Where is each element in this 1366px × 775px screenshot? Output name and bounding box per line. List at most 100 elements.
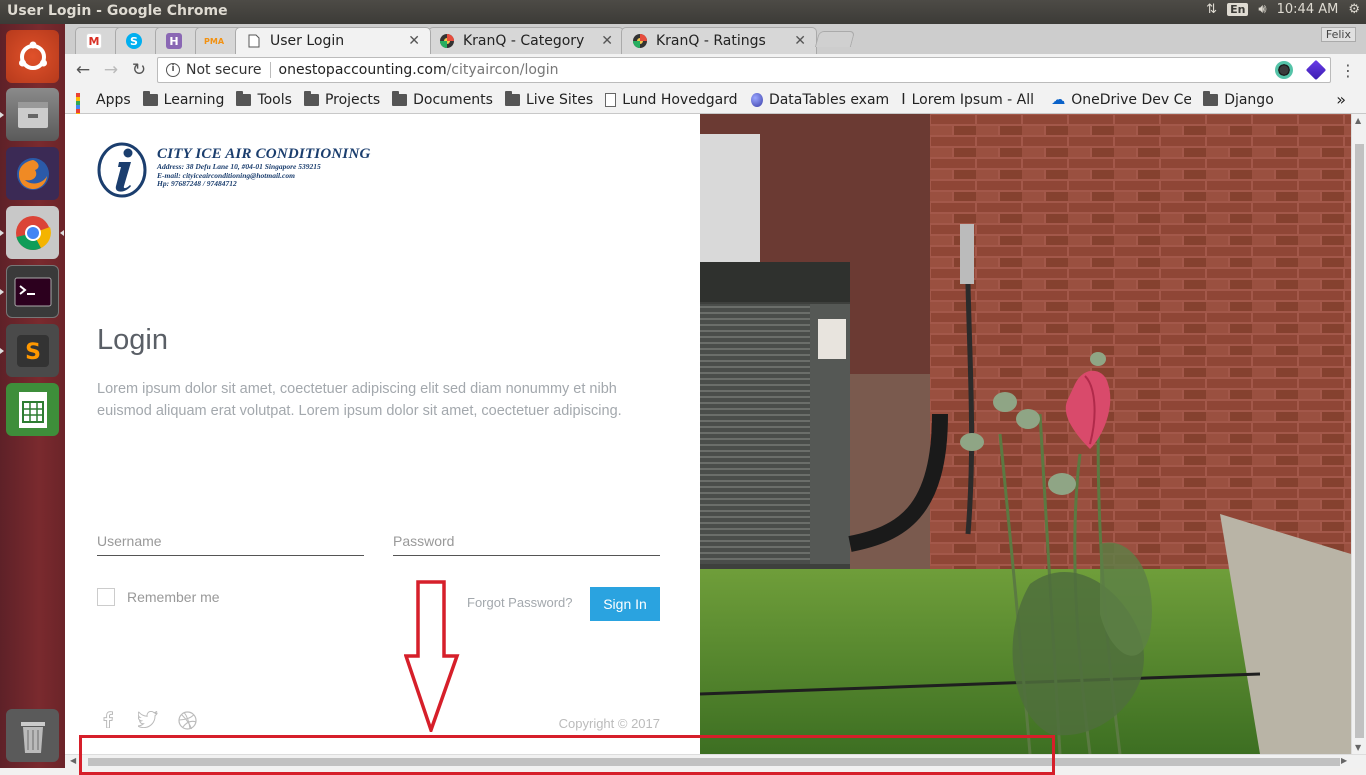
forward-arrow-icon[interactable]: → — [100, 59, 122, 81]
sublime-text-icon[interactable]: S — [6, 324, 59, 377]
bookmark-learning[interactable]: Learning — [142, 90, 224, 108]
skype-icon: S — [126, 33, 142, 49]
profile-button[interactable]: Felix — [1320, 27, 1356, 42]
folder-icon — [236, 90, 252, 106]
url-host[interactable]: onestopaccounting.com — [279, 62, 447, 78]
hero-photo — [700, 114, 1351, 754]
login-description: Lorem ipsum dolor sit amet, coectetuer a… — [97, 381, 622, 419]
svg-text:S: S — [25, 340, 41, 365]
ubuntu-logo-icon[interactable] — [6, 30, 59, 83]
folder-icon — [392, 90, 408, 106]
onedrive-icon: ☁ — [1051, 91, 1066, 108]
h-icon: H — [166, 33, 182, 49]
bookmarks-overflow-button[interactable]: » — [1336, 90, 1346, 109]
bookmark-live-sites[interactable]: Live Sites — [504, 90, 593, 108]
volume-icon[interactable]: 🔊︎ — [1258, 2, 1266, 17]
datatables-icon — [751, 92, 763, 107]
browser-toolbar: ← → ↻ i Not secure onestopaccounting.com… — [65, 54, 1366, 86]
twitter-icon[interactable] — [137, 710, 158, 732]
folder-icon — [1203, 90, 1219, 106]
folder-icon — [303, 90, 319, 106]
username-input[interactable] — [97, 526, 364, 555]
trash-icon[interactable] — [6, 709, 59, 762]
security-label[interactable]: Not secure — [186, 62, 262, 78]
hero-image — [700, 114, 1351, 754]
tab-close-icon[interactable]: ✕ — [601, 33, 613, 49]
folder-icon — [504, 90, 520, 106]
address-bar[interactable]: i Not secure onestopaccounting.com/citya… — [157, 57, 1331, 83]
annotation-highlight-box — [79, 735, 1055, 775]
spreadsheet-icon[interactable] — [6, 383, 59, 436]
scroll-left-arrow-icon[interactable]: ◀ — [70, 756, 76, 765]
username-field[interactable] — [97, 526, 364, 556]
terminal-icon[interactable] — [6, 265, 59, 318]
bookmark-lorem-ipsum[interactable]: Ⅰ Lorem Ipsum - All — [901, 90, 1039, 109]
tab-kranq-category[interactable]: KranQ - Category ✕ — [428, 27, 624, 54]
url-path[interactable]: /cityaircon/login — [447, 62, 559, 78]
remember-label: Remember me — [127, 589, 220, 605]
settings-gear-icon[interactable]: ⚙ — [1348, 2, 1360, 17]
logo-i-icon — [97, 142, 147, 198]
lorem-icon: Ⅰ — [901, 92, 906, 108]
bookmarks-bar: Apps Learning Tools Projects Documents L… — [65, 86, 1366, 129]
browser-window: M S H PMA User Login ✕ KranQ - Category — [65, 24, 1366, 129]
reload-icon[interactable]: ↻ — [128, 59, 150, 81]
tab-kranq-ratings[interactable]: KranQ - Ratings ✕ — [621, 27, 817, 54]
omnibox-separator — [269, 62, 271, 78]
folder-icon — [142, 90, 158, 106]
tab-strip: M S H PMA User Login ✕ KranQ - Category — [65, 24, 1366, 54]
gmail-icon: M — [86, 33, 102, 49]
info-icon[interactable]: i — [166, 63, 180, 77]
bookmark-lund-hovedgard[interactable]: Lund Hovedgard — [605, 92, 739, 108]
bookmark-datatables[interactable]: DataTables exam — [751, 92, 889, 108]
page-icon — [605, 92, 617, 107]
forgot-password-link[interactable]: Forgot Password? — [467, 595, 573, 610]
extension-camera-icon[interactable] — [1275, 61, 1293, 79]
annotation-arrow-icon — [404, 580, 460, 732]
files-icon[interactable] — [6, 88, 59, 141]
scroll-right-arrow-icon[interactable]: ▶ — [1341, 756, 1347, 765]
dribbble-icon[interactable] — [178, 711, 197, 734]
password-field[interactable] — [393, 526, 660, 556]
copyright-text: Copyright © 2017 — [558, 716, 660, 731]
new-tab-button[interactable] — [814, 31, 856, 47]
system-tray: ⇅ En 🔊︎ 10:44 AM ⚙ — [1206, 2, 1360, 17]
remember-checkbox[interactable] — [97, 588, 115, 606]
company-phone: Hp: 97687248 / 97484712 — [157, 179, 237, 188]
facebook-icon[interactable] — [103, 711, 113, 732]
tab-close-icon[interactable]: ✕ — [408, 33, 420, 49]
sign-in-button[interactable]: Sign In — [590, 587, 660, 621]
tab-close-icon[interactable]: ✕ — [794, 33, 806, 49]
company-name: CITY ICE AIR CONDITIONING — [157, 146, 371, 162]
password-input[interactable] — [393, 526, 660, 555]
page-icon — [246, 33, 262, 49]
top-panel: User Login - Google Chrome ⇅ En 🔊︎ 10:44… — [0, 0, 1366, 24]
chrome-icon[interactable] — [6, 206, 59, 259]
scroll-down-arrow-icon[interactable]: ▼ — [1355, 743, 1361, 752]
bookmark-django[interactable]: Django — [1203, 90, 1274, 108]
browser-menu-icon[interactable]: ⋮ — [1337, 59, 1359, 81]
page-title: Login — [97, 324, 168, 356]
logo-text: CITY ICE AIR CONDITIONING Address: 38 De… — [157, 146, 371, 189]
clock[interactable]: 10:44 AM — [1277, 2, 1339, 17]
keyboard-layout-indicator[interactable]: En — [1227, 3, 1249, 16]
bookmark-apps[interactable]: Apps — [76, 92, 131, 129]
firefox-icon[interactable] — [6, 147, 59, 200]
bookmark-onedrive[interactable]: ☁ OneDrive Dev Ce — [1051, 92, 1191, 108]
bookmark-documents[interactable]: Documents — [392, 90, 493, 108]
login-panel: CITY ICE AIR CONDITIONING Address: 38 De… — [65, 114, 700, 754]
tab-user-login[interactable]: User Login ✕ — [235, 27, 431, 54]
vertical-scroll-thumb[interactable] — [1355, 144, 1364, 738]
network-icon[interactable]: ⇅ — [1206, 2, 1217, 17]
back-arrow-icon[interactable]: ← — [72, 59, 94, 81]
kranq-icon — [439, 33, 455, 49]
apps-grid-icon — [76, 92, 90, 129]
page-viewport: CITY ICE AIR CONDITIONING Address: 38 De… — [65, 114, 1351, 754]
scroll-up-arrow-icon[interactable]: ▲ — [1355, 116, 1361, 125]
remember-me[interactable]: Remember me — [97, 588, 220, 606]
bookmark-projects[interactable]: Projects — [303, 90, 380, 108]
phpmyadmin-icon: PMA — [204, 36, 225, 46]
vertical-scrollbar[interactable]: ▲ ▼ — [1351, 114, 1366, 754]
window-title: User Login - Google Chrome — [7, 3, 228, 19]
bookmark-tools[interactable]: Tools — [236, 90, 292, 108]
